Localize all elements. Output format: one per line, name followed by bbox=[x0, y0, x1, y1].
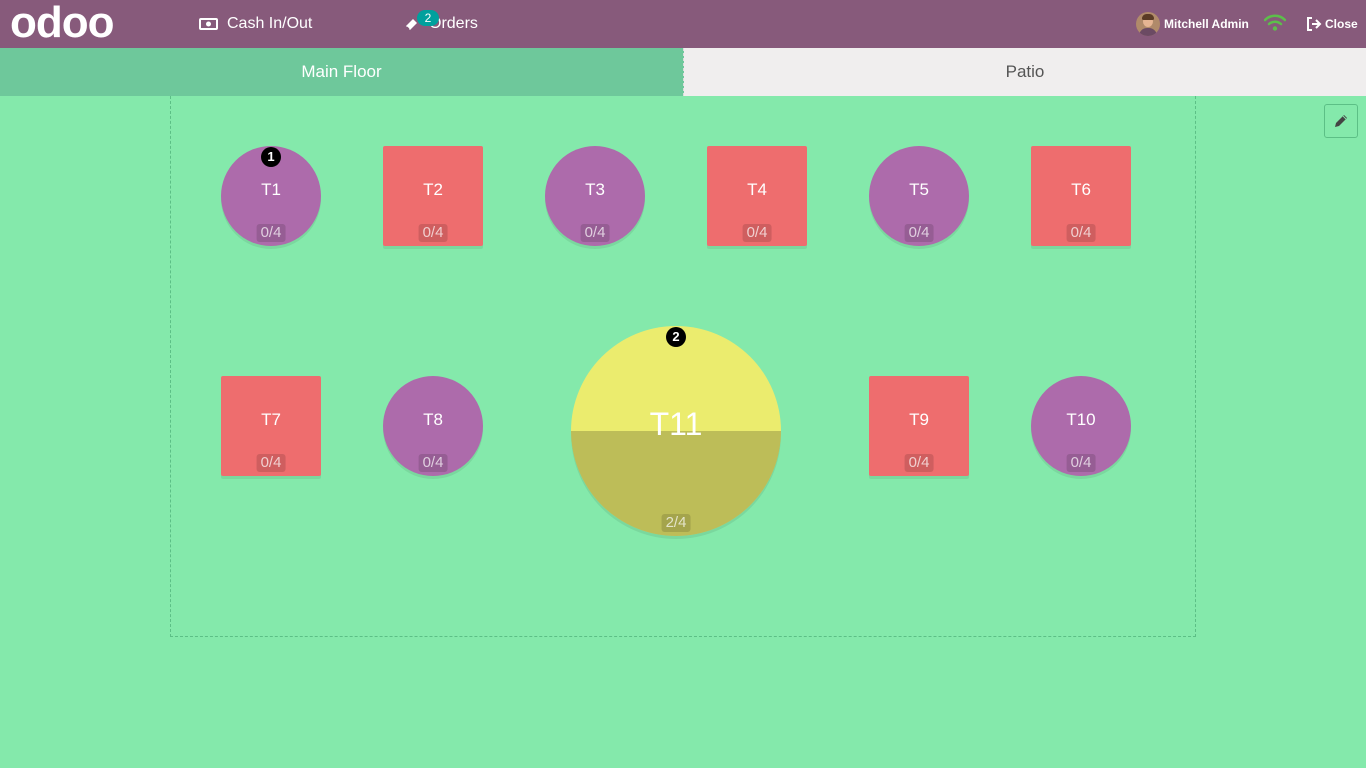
order-count-badge: 2 bbox=[666, 327, 686, 347]
table-seats: 0/4 bbox=[418, 224, 448, 242]
table-t8[interactable]: T8 0/4 bbox=[383, 376, 483, 476]
user-name: Mitchell Admin bbox=[1164, 17, 1249, 31]
table-name: T4 bbox=[747, 180, 767, 199]
wifi-icon bbox=[1264, 14, 1286, 31]
table-seats: 0/4 bbox=[742, 224, 772, 242]
table-seats: 0/4 bbox=[904, 224, 934, 242]
table-t1[interactable]: 1 T1 0/4 bbox=[221, 146, 321, 246]
table-seats: 2/4 bbox=[661, 514, 691, 532]
svg-text:odoo: odoo bbox=[10, 4, 114, 44]
user-menu[interactable]: Mitchell Admin bbox=[1136, 12, 1249, 36]
table-t2[interactable]: T2 0/4 bbox=[383, 146, 483, 246]
table-t11[interactable]: 2 T11 2/4 bbox=[571, 326, 781, 536]
table-seats: 0/4 bbox=[1066, 454, 1096, 472]
table-name: T9 bbox=[909, 410, 929, 429]
table-name: T3 bbox=[585, 180, 605, 199]
money-icon bbox=[199, 17, 218, 31]
table-t10[interactable]: T10 0/4 bbox=[1031, 376, 1131, 476]
table-seats: 0/4 bbox=[256, 224, 286, 242]
close-label: Close bbox=[1325, 17, 1358, 31]
table-name: T5 bbox=[909, 180, 929, 199]
odoo-logo: odoo bbox=[10, 4, 115, 44]
table-seats: 0/4 bbox=[418, 454, 448, 472]
tab-patio[interactable]: Patio bbox=[684, 48, 1366, 96]
tab-label: Main Floor bbox=[301, 62, 382, 81]
tab-main-floor[interactable]: Main Floor bbox=[0, 48, 684, 96]
table-name: T11 bbox=[649, 406, 703, 442]
tab-label: Patio bbox=[1005, 62, 1045, 81]
table-name: T10 bbox=[1066, 410, 1096, 429]
table-name: T8 bbox=[423, 410, 443, 429]
table-seats: 0/4 bbox=[904, 454, 934, 472]
table-t5[interactable]: T5 0/4 bbox=[869, 146, 969, 246]
table-name: T6 bbox=[1071, 180, 1091, 199]
table-name: T7 bbox=[261, 410, 281, 429]
table-t7[interactable]: T7 0/4 bbox=[221, 376, 321, 476]
table-t4[interactable]: T4 0/4 bbox=[707, 146, 807, 246]
top-bar: odoo Cash In/Out 2 Orders Mitchell Admin… bbox=[0, 0, 1366, 48]
pencil-icon bbox=[1335, 115, 1347, 127]
avatar bbox=[1136, 12, 1160, 36]
orders-count-badge: 2 bbox=[417, 10, 439, 26]
cash-in-out-label: Cash In/Out bbox=[227, 15, 313, 32]
order-count-badge: 1 bbox=[261, 147, 281, 167]
orders-button[interactable]: 2 Orders bbox=[404, 0, 478, 48]
close-button[interactable]: Close bbox=[1306, 0, 1358, 48]
cash-in-out-button[interactable]: Cash In/Out bbox=[199, 0, 312, 48]
table-t9[interactable]: T9 0/4 bbox=[869, 376, 969, 476]
floor-tabs: Main Floor Patio bbox=[0, 48, 1366, 96]
table-t6[interactable]: T6 0/4 bbox=[1031, 146, 1131, 246]
table-name: T2 bbox=[423, 180, 443, 199]
table-seats: 0/4 bbox=[256, 454, 286, 472]
table-name: T1 bbox=[261, 180, 281, 199]
table-t3[interactable]: T3 0/4 bbox=[545, 146, 645, 246]
edit-floor-button[interactable] bbox=[1324, 104, 1358, 138]
table-seats: 0/4 bbox=[1066, 224, 1096, 242]
table-seats: 0/4 bbox=[580, 224, 610, 242]
sign-out-icon bbox=[1307, 17, 1322, 31]
